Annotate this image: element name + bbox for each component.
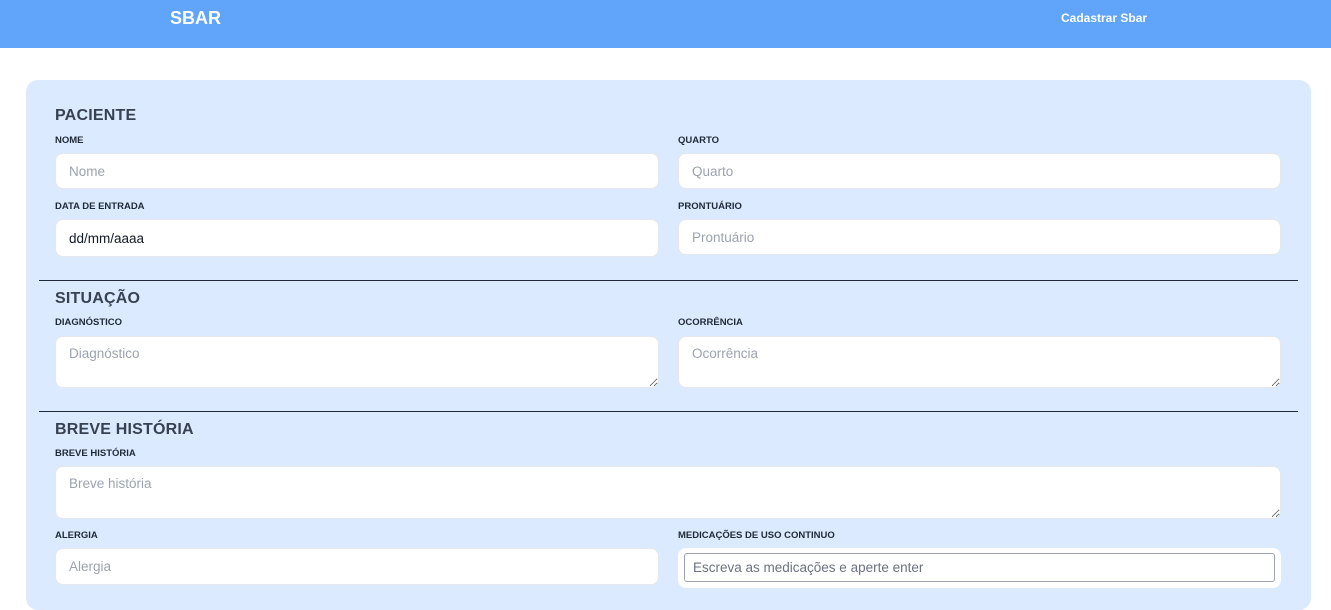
section-title-breve-historia: BREVE HISTÓRIA: [55, 421, 194, 438]
ocorrencia-textarea[interactable]: [678, 336, 1281, 388]
section-divider: [39, 411, 1298, 412]
data-entrada-input[interactable]: [55, 219, 659, 257]
prontuario-label: PRONTUÁRIO: [678, 201, 742, 212]
diagnostico-textarea[interactable]: [55, 336, 659, 388]
section-divider: [39, 280, 1298, 281]
prontuario-input[interactable]: [678, 219, 1281, 255]
medicacoes-tag-field: [678, 548, 1281, 588]
quarto-label: QUARTO: [678, 135, 719, 146]
section-title-paciente: PACIENTE: [55, 107, 137, 124]
top-navbar: SBAR Cadastrar Sbar: [0, 0, 1331, 48]
medicacoes-input[interactable]: [684, 553, 1275, 582]
medicacoes-label: MEDICAÇÕES DE USO CONTINUO: [678, 530, 835, 541]
breve-historia-textarea[interactable]: [55, 466, 1281, 519]
breve-historia-label: BREVE HISTÓRIA: [55, 448, 136, 459]
data-entrada-label: DATA DE ENTRADA: [55, 201, 145, 212]
cadastrar-sbar-link[interactable]: Cadastrar Sbar: [1061, 11, 1147, 25]
diagnostico-label: DIAGNÓSTICO: [55, 317, 123, 328]
section-title-situacao: SITUAÇÃO: [55, 290, 141, 307]
alergia-label: ALERGIA: [55, 530, 98, 541]
ocorrencia-label: OCORRÊNCIA: [678, 317, 743, 328]
quarto-input[interactable]: [678, 153, 1281, 189]
alergia-input[interactable]: [55, 548, 659, 585]
nome-input[interactable]: [55, 153, 659, 189]
brand-logo-text[interactable]: SBAR: [170, 8, 221, 29]
nome-label: NOME: [55, 135, 84, 146]
